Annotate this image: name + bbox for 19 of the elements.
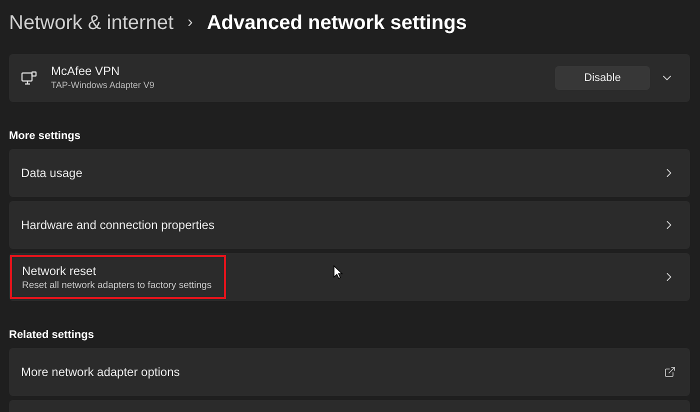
page-title: Advanced network settings	[206, 11, 467, 36]
setting-title: Data usage	[21, 165, 82, 181]
setting-description: Reset all network adapters to factory settings	[22, 278, 212, 292]
settings-card[interactable]: Network reset Reset all network adapters to factory settings	[9, 253, 690, 301]
setting-title: Hardware and connection properties	[21, 217, 214, 233]
mouse-pointer-icon	[333, 265, 343, 279]
breadcrumb-separator: ›	[188, 13, 193, 33]
section-heading: More settings	[9, 128, 81, 144]
setting-title: More network adapter options	[21, 364, 180, 380]
breadcrumb-parent[interactable]: Network & internet	[9, 8, 174, 38]
section-heading: Related settings	[9, 328, 94, 343]
adapter-name: McAfee VPN	[51, 64, 121, 79]
settings-card[interactable]: Hardware and connection properties	[9, 201, 690, 249]
settings-card[interactable]: More network adapter options	[9, 348, 690, 396]
settings-card[interactable]: Data usage	[9, 149, 690, 197]
external-link-icon	[664, 366, 676, 378]
setting-title: Network reset	[22, 262, 98, 278]
adapter-description: TAP-Windows Adapter V9	[51, 79, 154, 92]
disable-button[interactable]: Disable	[555, 66, 650, 90]
